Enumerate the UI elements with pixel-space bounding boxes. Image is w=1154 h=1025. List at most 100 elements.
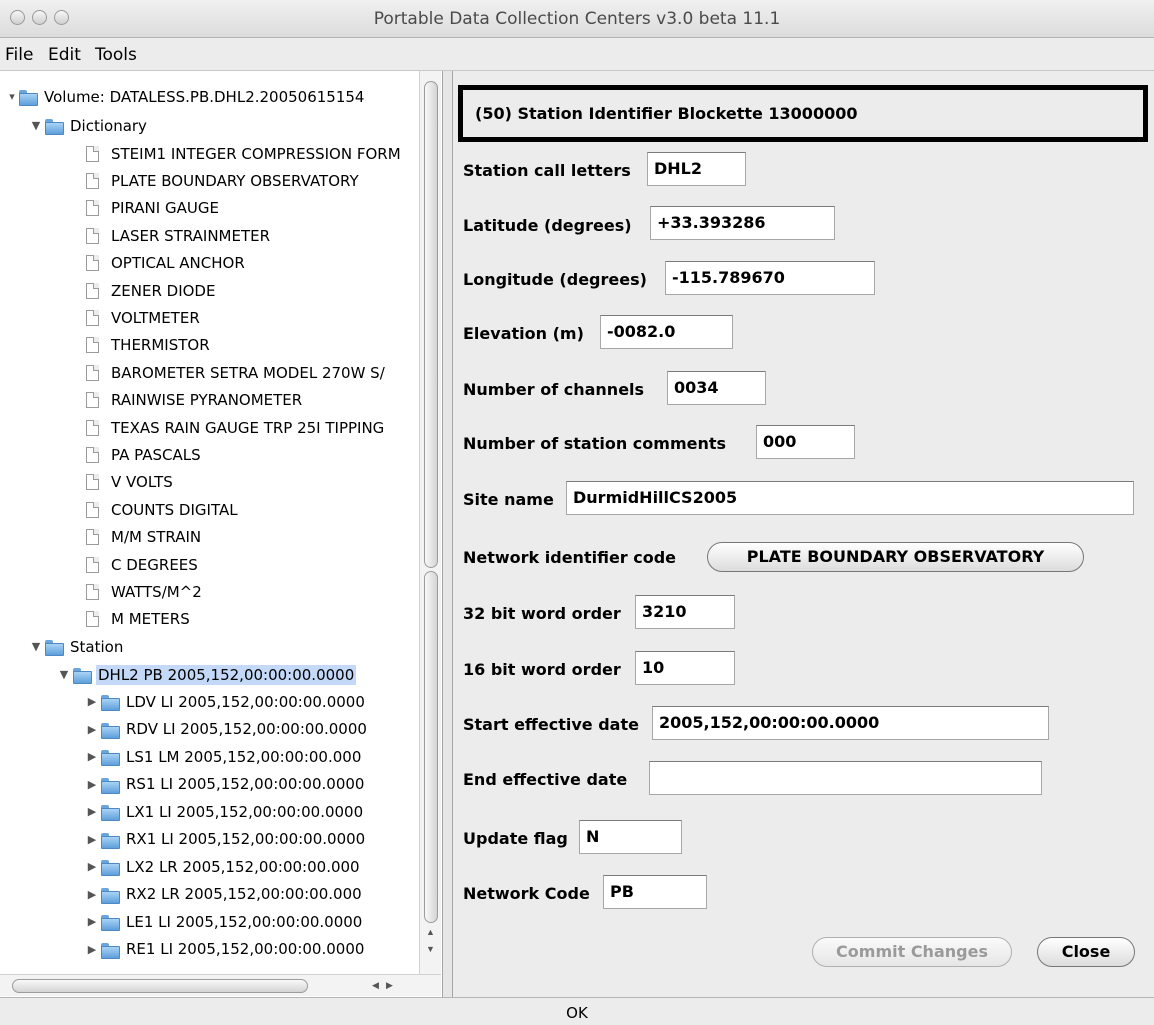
- channel-node[interactable]: ▶ LX2 LR 2005,152,00:00:00.000: [84, 853, 362, 880]
- collapsed-triangle-icon[interactable]: ▶: [84, 860, 100, 873]
- tree-node-label: RDV LI 2005,152,00:00:00.0000: [126, 720, 367, 738]
- latitude-field[interactable]: +33.393286: [650, 206, 835, 240]
- start-effective-date-label: Start effective date: [463, 715, 639, 734]
- document-icon: [86, 529, 99, 546]
- dictionary-item[interactable]: COUNTS DIGITAL: [86, 496, 240, 523]
- tree-node-label: M/M STRAIN: [111, 528, 202, 547]
- collapsed-triangle-icon[interactable]: ▶: [84, 915, 100, 928]
- disclosure-icon[interactable]: ▾: [6, 90, 18, 103]
- split-pane-divider[interactable]: [443, 71, 453, 997]
- tree-node-label: BAROMETER SETRA MODEL 270W S/: [111, 363, 385, 382]
- longitude-field[interactable]: -115.789670: [665, 261, 875, 295]
- horizontal-scrollbar[interactable]: ◀ ▶: [0, 974, 441, 996]
- tree-node-station[interactable]: ▼ Station: [28, 633, 125, 660]
- end-effective-date-field[interactable]: [649, 761, 1042, 795]
- document-icon: [86, 255, 99, 272]
- collapsed-triangle-icon[interactable]: ▶: [84, 888, 100, 901]
- document-icon: [86, 446, 99, 463]
- dictionary-item[interactable]: PA PASCALS: [86, 441, 203, 468]
- site-name-field[interactable]: DurmidHillCS2005: [566, 481, 1134, 515]
- collapsed-triangle-icon[interactable]: ▶: [84, 695, 100, 708]
- dictionary-item[interactable]: M/M STRAIN: [86, 524, 203, 551]
- tree-node-dictionary[interactable]: ▼ Dictionary: [28, 112, 149, 139]
- channel-node[interactable]: ▶ LE1 LI 2005,152,00:00:00.0000: [84, 908, 364, 935]
- dictionary-item[interactable]: M METERS: [86, 606, 192, 633]
- dictionary-item[interactable]: PLATE BOUNDARY OBSERVATORY: [86, 167, 361, 194]
- menu-bar: File Edit Tools: [0, 38, 1154, 71]
- station-call-letters-field[interactable]: DHL2: [647, 152, 746, 186]
- dictionary-item[interactable]: BAROMETER SETRA MODEL 270W S/: [86, 359, 387, 386]
- tree-node-label: LS1 LM 2005,152,00:00:00.000: [126, 747, 362, 766]
- channel-node[interactable]: ▶ RS1 LI 2005,152,00:00:00.0000: [84, 771, 366, 798]
- window-title: Portable Data Collection Centers v3.0 be…: [373, 9, 781, 29]
- elevation-field[interactable]: -0082.0: [600, 315, 733, 349]
- collapsed-triangle-icon[interactable]: ▶: [84, 943, 100, 956]
- document-icon: [86, 364, 99, 381]
- collapsed-triangle-icon[interactable]: ▶: [84, 750, 100, 763]
- tree-node-label: DHL2 PB 2005,152,00:00:00.0000: [96, 664, 357, 685]
- scroll-thumb[interactable]: [424, 81, 438, 568]
- collapsed-triangle-icon[interactable]: ▶: [84, 723, 100, 736]
- tree-node-label: OPTICAL ANCHOR: [111, 254, 245, 273]
- menu-edit[interactable]: Edit: [48, 45, 81, 65]
- document-icon: [86, 474, 99, 491]
- scroll-right-arrow-icon[interactable]: ▶: [386, 980, 393, 991]
- collapsed-triangle-icon[interactable]: ▶: [84, 833, 100, 846]
- dictionary-item[interactable]: C DEGREES: [86, 551, 200, 578]
- word-order-16-field[interactable]: 10: [635, 651, 735, 685]
- expanded-triangle-icon[interactable]: ▼: [28, 119, 44, 132]
- commit-changes-button[interactable]: Commit Changes: [812, 937, 1012, 967]
- network-identifier-code-button[interactable]: PLATE BOUNDARY OBSERVATORY: [707, 542, 1084, 572]
- scroll-thumb[interactable]: [12, 979, 308, 993]
- collapsed-triangle-icon[interactable]: ▶: [84, 805, 100, 818]
- document-icon: [86, 556, 99, 573]
- dictionary-item[interactable]: WATTS/M^2: [86, 578, 204, 605]
- channel-node[interactable]: ▶ RE1 LI 2005,152,00:00:00.0000: [84, 936, 366, 963]
- collapsed-triangle-icon[interactable]: ▶: [84, 778, 100, 791]
- scroll-up-arrow-icon[interactable]: ▲: [426, 927, 435, 937]
- number-of-channels-field[interactable]: 0034: [667, 371, 766, 405]
- channel-node[interactable]: ▶ RX1 LI 2005,152,00:00:00.0000: [84, 826, 367, 853]
- longitude-label: Longitude (degrees): [463, 270, 647, 289]
- tree-node-label: LX2 LR 2005,152,00:00:00.000: [126, 857, 360, 876]
- expanded-triangle-icon[interactable]: ▼: [56, 668, 72, 681]
- close-button[interactable]: Close: [1037, 937, 1135, 967]
- expanded-triangle-icon[interactable]: ▼: [28, 640, 44, 653]
- dictionary-item[interactable]: OPTICAL ANCHOR: [86, 250, 247, 277]
- tree-node-label: VOLTMETER: [111, 308, 200, 327]
- channel-node[interactable]: ▶ RX2 LR 2005,152,00:00:00.000: [84, 881, 364, 908]
- dictionary-item[interactable]: LASER STRAINMETER: [86, 222, 272, 249]
- dictionary-item[interactable]: ZENER DIODE: [86, 277, 217, 304]
- site-name-label: Site name: [463, 490, 554, 509]
- scroll-left-arrow-icon[interactable]: ◀: [372, 980, 379, 991]
- channel-node[interactable]: ▶ LDV LI 2005,152,00:00:00.0000: [84, 688, 367, 715]
- menu-tools[interactable]: Tools: [95, 45, 137, 65]
- dictionary-item[interactable]: RAINWISE PYRANOMETER: [86, 387, 304, 414]
- dictionary-item[interactable]: STEIM1 INTEGER COMPRESSION FORM: [86, 140, 403, 167]
- document-icon: [86, 227, 99, 244]
- menu-file[interactable]: File: [5, 45, 33, 65]
- dictionary-item[interactable]: PIRANI GAUGE: [86, 195, 221, 222]
- tree-node-station-dhl2[interactable]: ▼ DHL2 PB 2005,152,00:00:00.0000: [56, 661, 357, 688]
- channel-node[interactable]: ▶ RDV LI 2005,152,00:00:00.0000: [84, 716, 369, 743]
- tree-node-volume[interactable]: ▾ Volume: DATALESS.PB.DHL2.20050615154: [6, 83, 366, 110]
- start-effective-date-field[interactable]: 2005,152,00:00:00.0000: [652, 706, 1049, 740]
- tree-node-label: Dictionary: [70, 116, 147, 135]
- dictionary-item[interactable]: THERMISTOR: [86, 332, 212, 359]
- channel-node[interactable]: ▶ LX1 LI 2005,152,00:00:00.0000: [84, 798, 365, 825]
- network-code-field[interactable]: PB: [603, 875, 707, 909]
- dictionary-item[interactable]: V VOLTS: [86, 469, 175, 496]
- blockette-header: (50) Station Identifier Blockette 130000…: [458, 85, 1148, 142]
- dictionary-item[interactable]: VOLTMETER: [86, 304, 202, 331]
- update-flag-field[interactable]: N: [579, 820, 682, 854]
- status-text: OK: [566, 1004, 588, 1022]
- tree-node-label: TEXAS RAIN GAUGE TRP 25I TIPPING: [111, 418, 385, 437]
- scroll-thumb-lower[interactable]: [424, 571, 438, 923]
- dictionary-item[interactable]: TEXAS RAIN GAUGE TRP 25I TIPPING: [86, 414, 386, 441]
- folder-icon: [18, 89, 38, 106]
- vertical-scrollbar[interactable]: ▲ ▼: [419, 71, 441, 974]
- channel-node[interactable]: ▶ LS1 LM 2005,152,00:00:00.000: [84, 743, 363, 770]
- scroll-down-arrow-icon[interactable]: ▼: [426, 944, 435, 954]
- word-order-32-field[interactable]: 3210: [635, 595, 735, 629]
- number-of-station-comments-field[interactable]: 000: [756, 425, 855, 459]
